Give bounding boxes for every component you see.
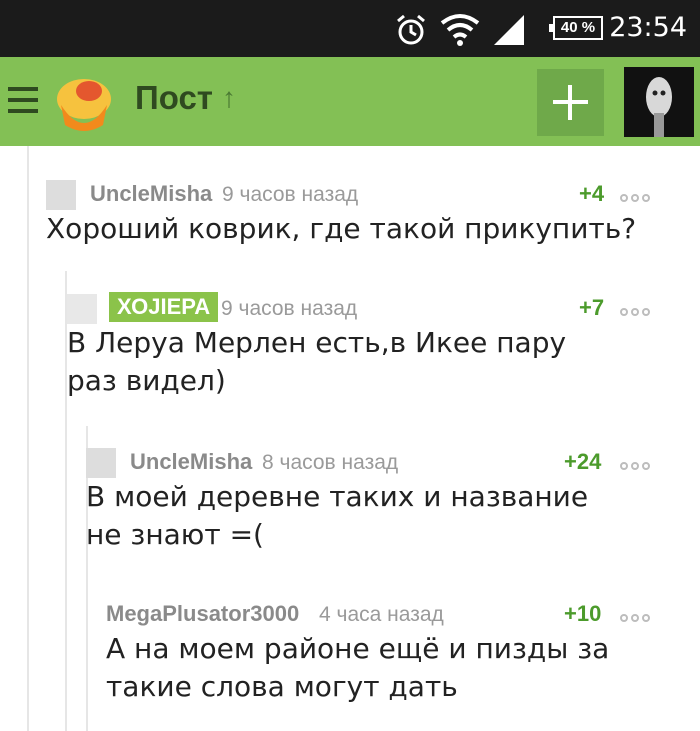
comment: ХОJIEPA 9 часов назад +7 В Леруа Мерлен … (67, 292, 667, 400)
arrow-up-icon[interactable]: ↑ (222, 82, 236, 114)
comment-score: +24 (564, 449, 602, 474)
comment-score: +4 (579, 181, 605, 206)
comment-author[interactable]: MegaPlusator3000 (106, 601, 299, 627)
comment-text: Хороший коврик, где такой прикупить? (46, 212, 637, 245)
comment-text: А на моем районе ещё и пизды за такие сл… (106, 632, 610, 703)
comment-score: +7 (579, 295, 605, 320)
status-bar: 40 % 23:54 (0, 0, 700, 57)
comment-time: 9 часов назад (221, 297, 358, 320)
comment-text: В моей деревне таких и название не знают… (86, 480, 589, 551)
more-options-icon[interactable] (620, 189, 660, 202)
signal-icon (494, 15, 524, 45)
comments-thread: UncleMisha 9 часов назад +4 Хороший ковр… (0, 146, 700, 731)
app-bar: Пост ↑ (0, 57, 700, 146)
avatar[interactable] (46, 180, 76, 210)
menu-icon[interactable] (8, 87, 38, 113)
user-avatar[interactable] (624, 67, 694, 137)
avatar[interactable] (67, 294, 97, 324)
avatar[interactable] (86, 448, 116, 478)
comment-score: +10 (564, 601, 602, 626)
thread-line (27, 146, 29, 731)
more-options-icon[interactable] (620, 303, 660, 316)
comment: MegaPlusator3000 4 часа назад +10 А на м… (106, 598, 666, 706)
comment-author[interactable]: UncleMisha (90, 181, 212, 207)
wifi-icon (440, 14, 480, 46)
pikabu-logo-icon[interactable] (51, 71, 117, 137)
comment-author[interactable]: ХОJIEPA (109, 292, 219, 322)
alarm-icon (397, 14, 425, 45)
comment: UncleMisha 9 часов назад +4 Хороший ковр… (46, 178, 666, 248)
comment-time: 9 часов назад (222, 183, 359, 206)
comment-text: В Леруа Мерлен есть,в Икее пару раз виде… (67, 326, 567, 397)
page-title: Пост (135, 79, 213, 116)
comment-time: 4 часа назад (319, 603, 444, 626)
comment-time: 8 часов назад (262, 451, 399, 474)
more-options-icon[interactable] (620, 457, 660, 470)
clock: 23:54 (609, 12, 687, 43)
more-options-icon[interactable] (620, 609, 660, 622)
comment-author[interactable]: UncleMisha (130, 449, 252, 475)
comment: UncleMisha 8 часов назад +24 В моей дере… (86, 446, 666, 554)
add-post-button[interactable] (537, 69, 604, 136)
battery-indicator: 40 % (549, 16, 603, 40)
